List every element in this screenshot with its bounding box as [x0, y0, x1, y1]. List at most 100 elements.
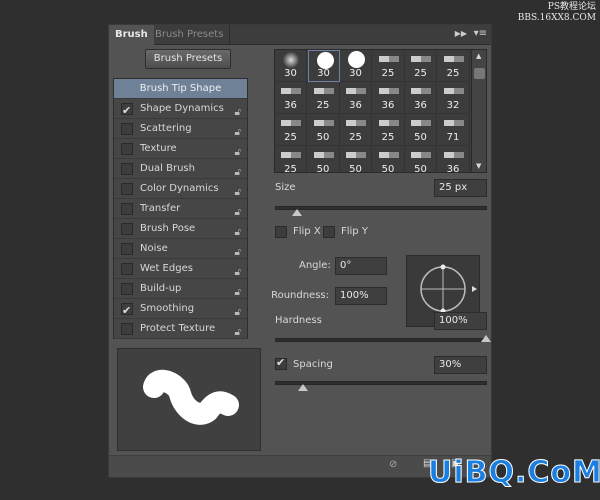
brush-tip-cell[interactable]: 25 — [340, 114, 372, 146]
scroll-down-icon[interactable]: ▼ — [476, 162, 481, 170]
brush-stroke-preview — [117, 348, 261, 451]
spacing-label: Spacing — [293, 359, 333, 370]
brush-tip-cell[interactable]: 25 — [307, 82, 340, 114]
brush-tip-cell[interactable]: 36 — [438, 146, 470, 172]
flip-y-checkbox[interactable] — [323, 226, 335, 238]
brush-tip-grid[interactable]: 30 30 30 25 25 25 36 25 36 36 36 32 25 50 25 25 50 71 25 50… — [274, 49, 487, 173]
brush-tip-cell[interactable]: 25 — [372, 50, 405, 82]
brush-size-label: 36 — [381, 100, 395, 111]
option-color-dynamics[interactable]: Color Dynamics 🔓︎ — [114, 179, 247, 199]
option-checkbox[interactable] — [121, 163, 133, 175]
option-protect-texture[interactable]: Protect Texture 🔓︎ — [114, 319, 247, 339]
hardness-slider-thumb[interactable] — [481, 335, 491, 342]
tab-brush[interactable]: Brush — [109, 25, 154, 45]
brush-tip-cell[interactable]: 50 — [308, 146, 340, 172]
watermark-top: PS教程论坛 BBS.16XX8.COM — [517, 2, 596, 23]
brush-size-label: 25 — [381, 68, 395, 79]
option-label: Color Dynamics — [140, 183, 219, 194]
option-texture[interactable]: Texture 🔓︎ — [114, 139, 247, 159]
option-label: Smoothing — [140, 303, 195, 314]
brush-tip-cell[interactable]: 36 — [405, 82, 437, 114]
bristle-tip-icon — [411, 152, 431, 158]
option-dual-brush[interactable]: Dual Brush 🔓︎ — [114, 159, 247, 179]
brush-size-label: 25 — [446, 68, 460, 79]
option-transfer[interactable]: Transfer 🔓︎ — [114, 199, 247, 219]
brush-tip-cell[interactable]: 36 — [372, 82, 405, 114]
option-smoothing[interactable]: Smoothing🔓︎ — [114, 299, 247, 320]
collapse-icon[interactable]: ▶▶ — [455, 29, 467, 38]
bristle-tip-icon — [378, 56, 399, 62]
option-noise[interactable]: Noise 🔓︎ — [114, 239, 247, 259]
option-checkbox[interactable] — [121, 263, 133, 275]
brush-tip-cell[interactable]: 30 — [275, 50, 307, 82]
hardness-slider[interactable] — [275, 335, 491, 342]
bristle-tip-icon — [378, 120, 399, 126]
option-checkbox[interactable] — [121, 223, 133, 235]
option-checkbox[interactable] — [121, 183, 133, 195]
size-slider[interactable] — [275, 206, 487, 216]
brush-tip-cell[interactable]: 25 — [437, 50, 470, 82]
hardness-field[interactable]: 100% — [434, 312, 487, 330]
brush-tip-cell[interactable]: 50 — [307, 114, 340, 146]
brush-tip-cell[interactable]: 30 — [307, 50, 340, 82]
option-scattering[interactable]: Scattering 🔓︎ — [114, 119, 247, 139]
brush-tip-cell[interactable]: 25 — [275, 114, 307, 146]
option-brush-pose[interactable]: Brush Pose 🔓︎ — [114, 219, 247, 239]
spacing-field[interactable]: 30% — [434, 356, 487, 374]
brush-tip-cell[interactable]: 50 — [405, 114, 437, 146]
option-label: Protect Texture — [140, 323, 216, 334]
brush-tip-cell[interactable]: 30 — [340, 50, 372, 82]
brush-size-label: 30 — [284, 68, 297, 79]
brush-tip-cell[interactable]: 50 — [405, 146, 437, 172]
brush-tip-cell[interactable]: 25 — [405, 50, 437, 82]
flip-x-checkbox[interactable] — [275, 226, 287, 238]
bristle-tip-icon — [443, 120, 464, 126]
option-checkbox[interactable] — [121, 123, 133, 135]
option-wet-edges[interactable]: Wet Edges 🔓︎ — [114, 259, 247, 279]
option-checkbox[interactable] — [121, 323, 133, 335]
brush-tip-cell[interactable]: 25 — [372, 114, 405, 146]
brush-tip-cell[interactable]: 36 — [275, 82, 307, 114]
option-label: Wet Edges — [140, 263, 193, 274]
brush-tip-cell[interactable]: 32 — [437, 82, 470, 114]
spacing-slider-thumb[interactable] — [298, 384, 309, 391]
brush-tip-cell[interactable]: 36 — [340, 82, 372, 114]
size-field[interactable]: 25 px — [434, 179, 487, 197]
option-checkbox[interactable] — [121, 143, 133, 155]
brush-size-label: 71 — [446, 132, 460, 143]
option-checkbox[interactable] — [121, 283, 133, 295]
tab-bar: Brush Brush Presets ▶▶ ▾≡ — [109, 25, 491, 45]
option-brush-tip-shape[interactable]: Brush Tip Shape — [114, 79, 247, 99]
brush-panel: Brush Brush Presets ▶▶ ▾≡ Brush Presets … — [108, 24, 492, 478]
tab-brush-presets[interactable]: Brush Presets — [149, 25, 231, 45]
toggle-live-tip-icon[interactable]: ⊘ — [389, 459, 397, 470]
option-label: Transfer — [140, 203, 181, 214]
brush-tip-cell[interactable]: 50 — [373, 146, 405, 172]
bristle-tip-icon — [378, 88, 399, 94]
size-slider-thumb[interactable] — [292, 209, 302, 216]
roundness-field[interactable]: 100% — [335, 287, 387, 305]
lock-icon[interactable]: 🔓︎ — [235, 323, 241, 342]
option-shape-dynamics[interactable]: Shape Dynamics🔓︎ — [114, 99, 247, 120]
option-build-up[interactable]: Build-up 🔓︎ — [114, 279, 247, 299]
brush-size-label: 36 — [414, 100, 427, 111]
soft-round-tip-icon — [283, 52, 299, 68]
brush-tip-cell[interactable]: 25 — [275, 146, 307, 172]
brush-tip-cell[interactable]: 50 — [340, 146, 372, 172]
brush-size-label: 25 — [414, 68, 427, 79]
panel-menu-icon[interactable]: ▾≡ — [474, 28, 487, 39]
option-checkbox[interactable] — [121, 101, 133, 120]
angle-field[interactable]: 0° — [335, 257, 387, 275]
option-checkbox[interactable] — [121, 243, 133, 255]
spacing-checkbox[interactable] — [275, 356, 287, 370]
option-checkbox[interactable] — [121, 203, 133, 215]
scroll-thumb[interactable] — [474, 68, 485, 79]
spacing-slider[interactable] — [275, 381, 487, 391]
scroll-up-icon[interactable]: ▲ — [476, 52, 481, 60]
brush-tip-cell[interactable]: 71 — [437, 114, 470, 146]
grid-scrollbar[interactable]: ▲ ▼ — [471, 50, 486, 172]
watermark-bottom: UiBQ.CoM — [428, 455, 600, 491]
option-checkbox[interactable] — [121, 301, 133, 320]
brush-presets-button[interactable]: Brush Presets — [145, 49, 231, 69]
brush-size-label: 32 — [446, 100, 460, 111]
